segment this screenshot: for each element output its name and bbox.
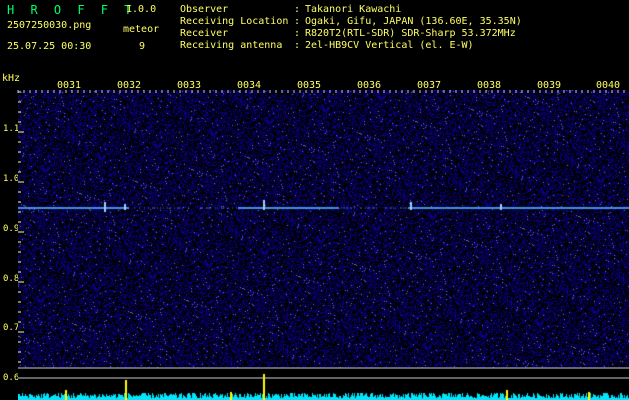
axis-overlay — [17, 90, 629, 379]
